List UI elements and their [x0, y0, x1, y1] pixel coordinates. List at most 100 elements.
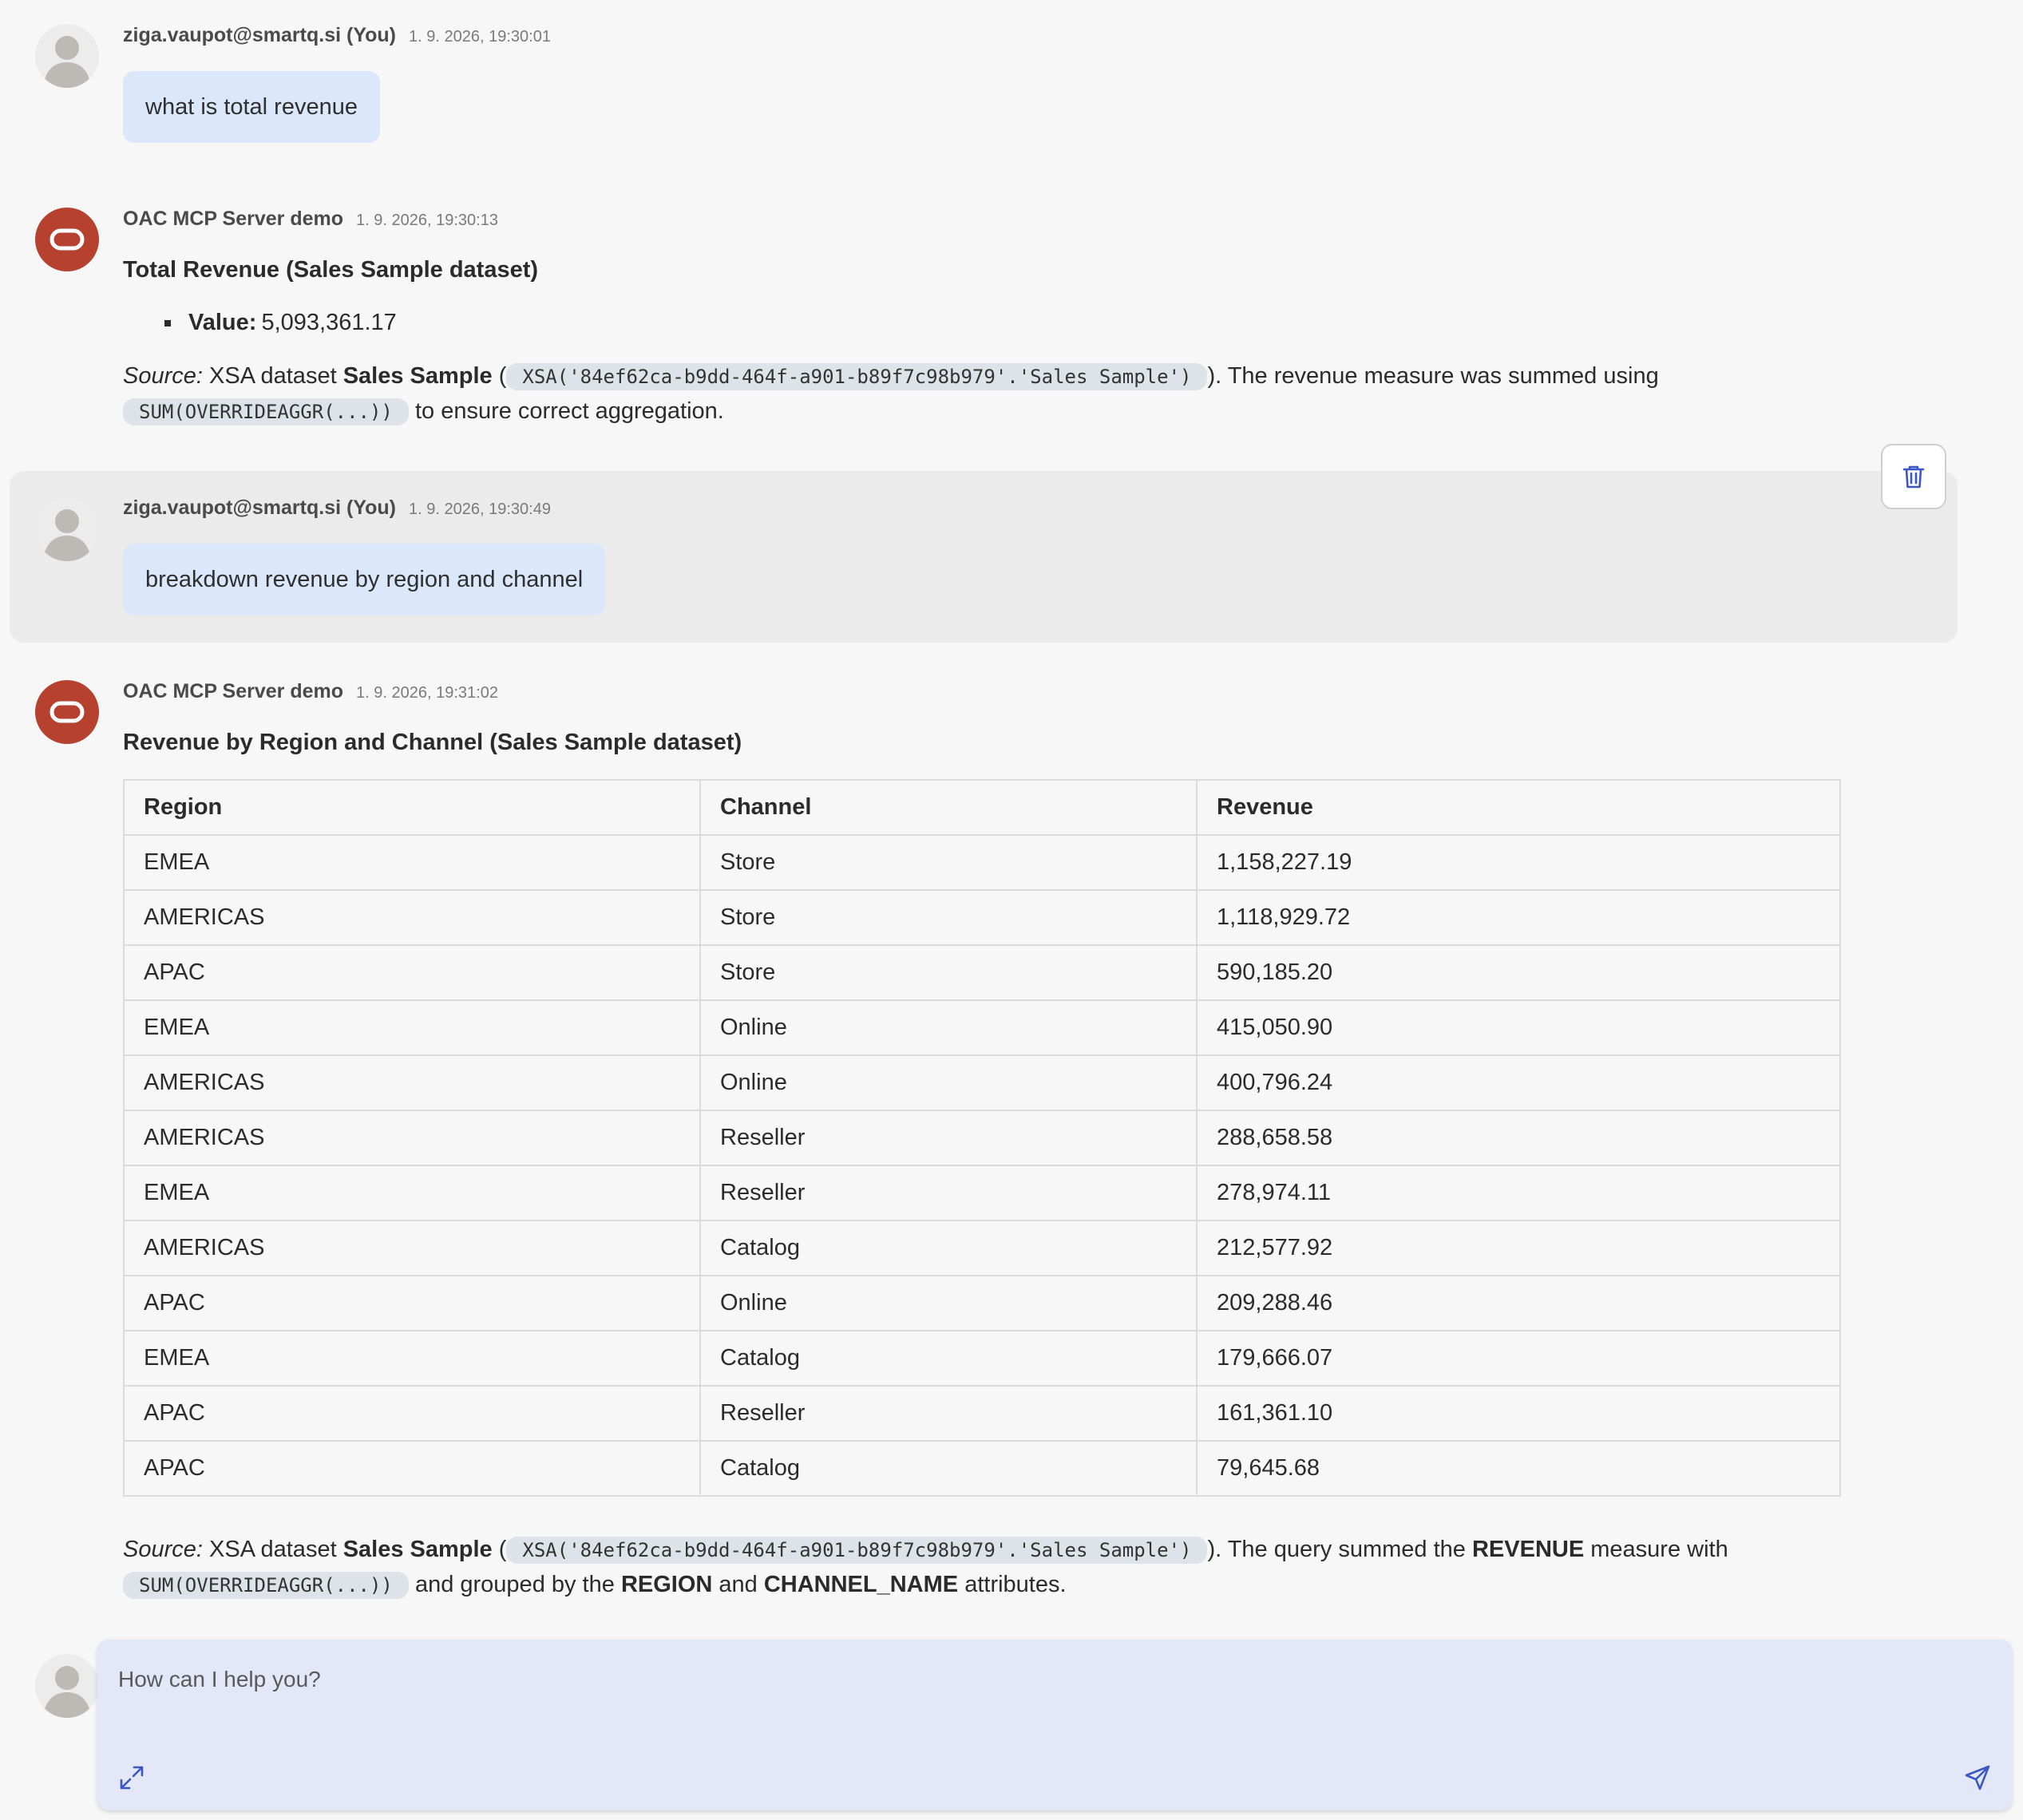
message-header: OAC MCP Server demo 1. 9. 2026, 19:31:02	[123, 680, 498, 703]
source-paragraph: Source: XSA dataset Sales Sample (XSA('8…	[123, 1533, 1863, 1603]
source-label: Source:	[123, 1537, 203, 1562]
cell-region: AMERICAS	[123, 1110, 701, 1166]
user-message-bubble: breakdown revenue by region and channel	[123, 544, 606, 615]
cell-region: APAC	[123, 1275, 701, 1331]
author-name: OAC MCP Server demo	[123, 680, 344, 702]
source-label: Source:	[123, 363, 203, 389]
source-text: measure with	[1584, 1537, 1728, 1562]
source-text: ). The query summed the	[1207, 1537, 1472, 1562]
table-row: APAC Catalog 79,645.68	[123, 1440, 1841, 1497]
column-header-channel: Channel	[699, 779, 1198, 836]
cell-region: EMEA	[123, 1330, 701, 1387]
source-text: ). The revenue measure was summed using	[1207, 363, 1659, 389]
source-text: to ensure correct aggregation.	[408, 398, 724, 424]
timestamp: 1. 9. 2026, 19:30:01	[409, 28, 551, 46]
user-avatar-icon	[43, 36, 91, 88]
table-body: EMEA Store 1,158,227.19 AMERICAS Store 1,118,…	[123, 834, 1841, 1497]
cell-revenue: 400,796.24	[1196, 1054, 1841, 1111]
column-header-revenue: Revenue	[1196, 779, 1841, 836]
message-header: ziga.vaupot@smartq.si (You) 1. 9. 2026, …	[123, 24, 551, 47]
table-row: APAC Store 590,185.20	[123, 944, 1841, 1001]
source-paragraph: Source: XSA dataset Sales Sample (XSA('8…	[123, 359, 1863, 429]
cell-region: EMEA	[123, 1165, 701, 1221]
cell-channel: Reseller	[699, 1110, 1198, 1166]
message-header: OAC MCP Server demo 1. 9. 2026, 19:30:13	[123, 208, 498, 231]
message-user-2: ziga.vaupot@smartq.si (You) 1. 9. 2026, …	[0, 471, 2023, 643]
cell-channel: Reseller	[699, 1385, 1198, 1442]
cell-revenue: 161,361.10	[1196, 1385, 1841, 1442]
author-name: ziga.vaupot@smartq.si (You)	[123, 24, 397, 46]
user-avatar-icon	[43, 509, 91, 561]
value-label: Value:	[188, 310, 257, 335]
cell-revenue: 278,974.11	[1196, 1165, 1841, 1221]
table-row: EMEA Catalog 179,666.07	[123, 1330, 1841, 1387]
table-header-row: Region Channel Revenue	[123, 779, 1841, 836]
response-title: Revenue by Region and Channel (Sales Sam…	[123, 730, 742, 755]
source-text: attributes.	[958, 1572, 1067, 1597]
author-name: OAC MCP Server demo	[123, 208, 344, 230]
table-row: EMEA Reseller 278,974.11	[123, 1165, 1841, 1221]
timestamp: 1. 9. 2026, 19:31:02	[356, 684, 498, 702]
cell-region: AMERICAS	[123, 1220, 701, 1276]
cell-region: APAC	[123, 1385, 701, 1442]
delete-message-button[interactable]	[1881, 444, 1946, 509]
cell-channel: Store	[699, 834, 1198, 891]
user-message-bubble: what is total revenue	[123, 71, 380, 143]
revenue-term: REVENUE	[1471, 1537, 1585, 1562]
region-term: REGION	[620, 1572, 713, 1597]
revenue-table: Region Channel Revenue EMEA Store 1,158,22…	[123, 779, 1841, 1497]
cell-revenue: 288,658.58	[1196, 1110, 1841, 1166]
cell-region: AMERICAS	[123, 889, 701, 946]
channel-term: CHANNEL_NAME	[763, 1572, 959, 1597]
list-item: Value: 5,093,361.17	[164, 310, 397, 336]
cell-region: AMERICAS	[123, 1054, 701, 1111]
message-header: ziga.vaupot@smartq.si (You) 1. 9. 2026, …	[123, 497, 551, 520]
message-input[interactable]: How can I help you?	[118, 1667, 321, 1692]
cell-revenue: 179,666.07	[1196, 1330, 1841, 1387]
user-avatar	[35, 497, 99, 561]
cell-revenue: 1,158,227.19	[1196, 834, 1841, 891]
send-button[interactable]	[1964, 1764, 1991, 1795]
cell-region: EMEA	[123, 834, 701, 891]
user-avatar	[35, 24, 99, 88]
response-title: Total Revenue (Sales Sample dataset)	[123, 257, 539, 283]
expand-button[interactable]	[118, 1764, 145, 1795]
cell-channel: Reseller	[699, 1165, 1198, 1221]
value-text: 5,093,361.17	[261, 310, 397, 335]
message-composer[interactable]: How can I help you?	[97, 1640, 2012, 1810]
cell-channel: Catalog	[699, 1330, 1198, 1387]
cell-revenue: 415,050.90	[1196, 999, 1841, 1056]
table-row: EMEA Online 415,050.90	[123, 999, 1841, 1056]
oracle-logo-icon	[49, 228, 85, 251]
dataset-name: Sales Sample	[342, 1537, 493, 1562]
source-text: XSA dataset	[202, 1537, 343, 1562]
source-text: XSA dataset	[202, 363, 343, 389]
code-xsa: XSA('84ef62ca-b9dd-464f-a901-b89f7c98b97…	[506, 1537, 1208, 1564]
dataset-name: Sales Sample	[342, 363, 493, 389]
bot-response: Total Revenue (Sales Sample dataset) Val…	[123, 257, 1863, 449]
source-text: and	[712, 1572, 764, 1597]
source-text: and grouped by the	[408, 1572, 621, 1597]
cell-revenue: 79,645.68	[1196, 1440, 1841, 1497]
source-text: (	[492, 1537, 507, 1562]
table-row: EMEA Store 1,158,227.19	[123, 834, 1841, 891]
cell-channel: Catalog	[699, 1440, 1198, 1497]
table-row: AMERICAS Online 400,796.24	[123, 1054, 1841, 1111]
timestamp: 1. 9. 2026, 19:30:49	[409, 500, 551, 518]
source-text: (	[492, 363, 507, 389]
user-avatar-icon	[43, 1666, 91, 1718]
cell-channel: Online	[699, 1275, 1198, 1331]
cell-revenue: 1,118,929.72	[1196, 889, 1841, 946]
column-header-region: Region	[123, 779, 701, 836]
table-row: AMERICAS Store 1,118,929.72	[123, 889, 1841, 946]
table-row: AMERICAS Catalog 212,577.92	[123, 1220, 1841, 1276]
cell-revenue: 590,185.20	[1196, 944, 1841, 1001]
send-icon	[1965, 1765, 1990, 1790]
timestamp: 1. 9. 2026, 19:30:13	[356, 212, 498, 229]
code-sum: SUM(OVERRIDEAGGR(...))	[123, 398, 409, 425]
message-user-1: ziga.vaupot@smartq.si (You) 1. 9. 2026, …	[0, 0, 2023, 160]
user-avatar	[35, 1654, 99, 1718]
cell-channel: Catalog	[699, 1220, 1198, 1276]
cell-channel: Store	[699, 889, 1198, 946]
message-bot-2: OAC MCP Server demo 1. 9. 2026, 19:31:02…	[0, 664, 2023, 1606]
